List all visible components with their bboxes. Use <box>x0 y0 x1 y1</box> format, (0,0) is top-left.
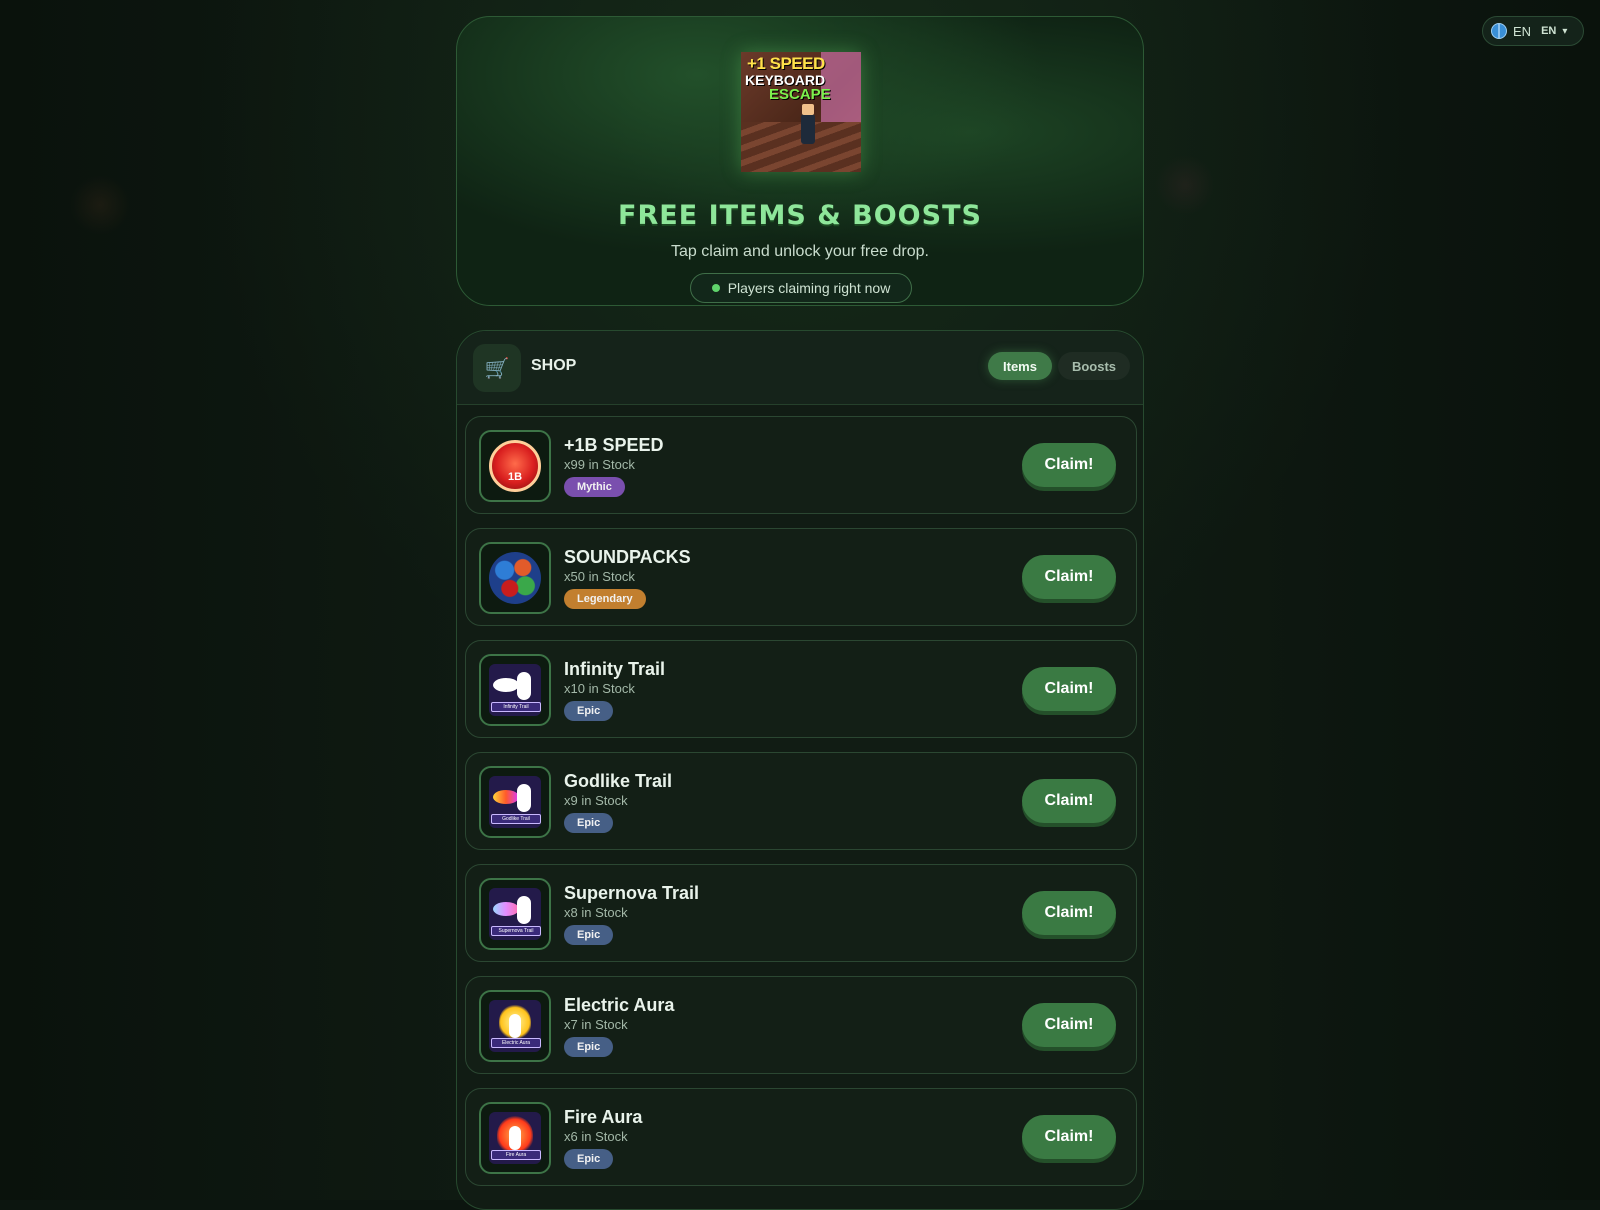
shop-item-electric-aura: Electric Aura Electric Aura x7 in Stock … <box>465 976 1137 1074</box>
item-stock: x8 in Stock <box>564 905 628 920</box>
item-icon-speed: 1B <box>479 430 551 502</box>
hero-banner: +1 SPEED KEYBOARD ESCAPE FREE ITEMS & BO… <box>456 16 1144 306</box>
tab-items[interactable]: Items <box>988 352 1052 380</box>
item-stock: x99 in Stock <box>564 457 635 472</box>
thumbnail-text-keyboard: KEYBOARD <box>745 72 826 88</box>
aura-figure-icon: Fire Aura <box>489 1112 541 1164</box>
trail-figure-icon: Infinity Trail <box>489 664 541 716</box>
game-thumbnail: +1 SPEED KEYBOARD ESCAPE <box>741 52 861 172</box>
item-icon-electric-aura: Electric Aura <box>479 990 551 1062</box>
item-stock: x10 in Stock <box>564 681 635 696</box>
item-stock: x50 in Stock <box>564 569 635 584</box>
claim-button[interactable]: Claim! <box>1022 779 1116 823</box>
claim-button[interactable]: Claim! <box>1022 555 1116 599</box>
live-dot-icon <box>711 284 720 292</box>
language-select[interactable]: EN <box>1541 25 1556 37</box>
decorative-blur-right <box>1155 155 1215 215</box>
thumbnail-text-escape: ESCAPE <box>769 86 831 103</box>
hero-subtitle: Tap claim and unlock your free drop. <box>671 243 929 260</box>
shop-item-fire-aura: Fire Aura Fire Aura x6 in Stock Epic Cla… <box>465 1088 1137 1186</box>
item-name: Supernova Trail <box>564 883 700 903</box>
item-icon-soundpacks <box>479 542 551 614</box>
rarity-badge: Legendary <box>564 589 646 609</box>
live-status-text: Players claiming right now <box>727 280 891 296</box>
rarity-badge: Epic <box>564 925 614 945</box>
tab-boosts[interactable]: Boosts <box>1058 352 1130 380</box>
item-icon-fire-aura: Fire Aura <box>479 1102 551 1174</box>
claim-button[interactable]: Claim! <box>1022 1115 1116 1159</box>
claim-button[interactable]: Claim! <box>1022 667 1116 711</box>
language-switcher[interactable]: EN EN ▾ <box>1482 16 1584 46</box>
item-name: +1B SPEED <box>564 435 664 455</box>
speed-orb-icon: 1B <box>489 440 541 492</box>
shop-panel: 🛒 SHOP Items Boosts 1B +1B SPEED x99 in … <box>456 330 1144 1210</box>
shop-title: SHOP <box>531 357 577 374</box>
shop-header: 🛒 SHOP Items Boosts <box>457 331 1143 405</box>
thumbnail-text-speed: +1 SPEED <box>747 54 825 73</box>
claim-button[interactable]: Claim! <box>1022 891 1116 935</box>
rarity-badge: Epic <box>564 813 614 833</box>
item-icon-infinity-trail: Infinity Trail <box>479 654 551 726</box>
item-stock: x6 in Stock <box>564 1129 628 1144</box>
trail-figure-icon: Supernova Trail <box>489 888 541 940</box>
item-name: Godlike Trail <box>564 771 673 791</box>
aura-figure-icon: Electric Aura <box>489 1000 541 1052</box>
chevron-down-icon: ▾ <box>1562 25 1568 37</box>
item-icon-godlike-trail: Godlike Trail <box>479 766 551 838</box>
rarity-badge: Epic <box>564 1037 614 1057</box>
item-name: SOUNDPACKS <box>564 547 691 567</box>
item-name: Fire Aura <box>564 1107 643 1127</box>
globe-icon <box>1491 23 1507 39</box>
item-name: Electric Aura <box>564 995 675 1015</box>
shop-item-godlike-trail: Godlike Trail Godlike Trail x9 in Stock … <box>465 752 1137 850</box>
shop-item-supernova-trail: Supernova Trail Supernova Trail x8 in St… <box>465 864 1137 962</box>
item-stock: x7 in Stock <box>564 1017 628 1032</box>
claim-button[interactable]: Claim! <box>1022 443 1116 487</box>
shop-item-speed: 1B +1B SPEED x99 in Stock Mythic Claim! <box>465 416 1137 514</box>
language-current: EN <box>1513 23 1532 39</box>
shop-item-infinity-trail: Infinity Trail Infinity Trail x10 in Sto… <box>465 640 1137 738</box>
shopping-cart-icon: 🛒 <box>473 344 521 392</box>
trail-figure-icon: Godlike Trail <box>489 776 541 828</box>
item-stock: x9 in Stock <box>564 793 628 808</box>
soundpack-orb-icon <box>489 552 541 604</box>
claim-button[interactable]: Claim! <box>1022 1003 1116 1047</box>
shop-item-soundpacks: SOUNDPACKS x50 in Stock Legendary Claim! <box>465 528 1137 626</box>
decorative-blur-left <box>70 175 130 235</box>
item-name: Infinity Trail <box>564 659 666 679</box>
live-status-pill: Players claiming right now <box>690 273 912 303</box>
hero-title: FREE ITEMS & BOOSTS <box>618 200 982 231</box>
rarity-badge: Epic <box>564 701 614 721</box>
rarity-badge: Epic <box>564 1149 614 1169</box>
rarity-badge: Mythic <box>564 477 625 497</box>
item-icon-supernova-trail: Supernova Trail <box>479 878 551 950</box>
